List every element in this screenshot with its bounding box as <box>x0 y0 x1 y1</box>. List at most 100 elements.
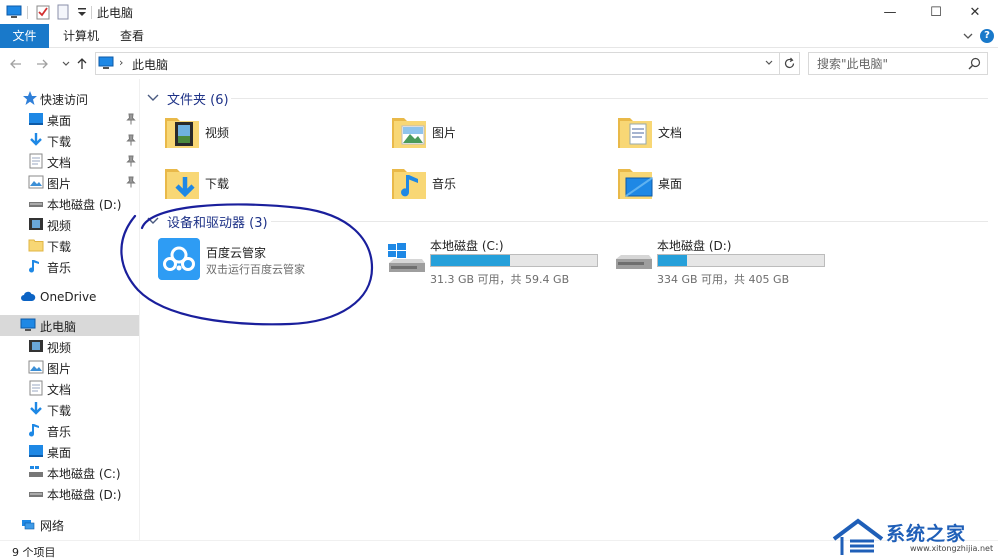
sidebar-item-label: 快速访问 <box>40 93 89 107</box>
sidebar-item-documents[interactable]: 文档 <box>0 151 139 172</box>
folder-label: 视频 <box>205 126 230 140</box>
sidebar-item-label: 桌面 <box>47 446 72 460</box>
sidebar-item-pc-drive-c[interactable]: 本地磁盘 (C:) <box>0 462 139 483</box>
tab-view[interactable]: 查看 <box>106 24 158 48</box>
baidu-cloud-icon <box>158 238 200 280</box>
music-folder-icon <box>392 169 426 199</box>
sidebar-item-label: 下载 <box>47 135 72 149</box>
sidebar-item-pictures[interactable]: 图片 <box>0 172 139 193</box>
drive-free-space: 334 GB 可用，共 405 GB <box>657 273 790 286</box>
customize-toolbar-icon[interactable] <box>74 4 90 20</box>
sidebar-item-label: 音乐 <box>47 261 72 275</box>
drive-c[interactable]: 本地磁盘 (C:) 31.3 GB 可用，共 59.4 GB <box>386 237 616 286</box>
search-input[interactable] <box>809 53 967 74</box>
drive-name: 本地磁盘 (D:) <box>657 239 732 253</box>
back-button[interactable] <box>8 56 24 72</box>
search-box[interactable] <box>808 52 988 75</box>
pictures-icon <box>28 360 44 374</box>
sidebar-item-this-pc[interactable]: 此电脑 <box>0 315 139 336</box>
pin-icon[interactable] <box>126 113 136 125</box>
sidebar-item-videos[interactable]: 视频 <box>0 214 139 235</box>
document-icon <box>29 380 43 396</box>
download-icon <box>30 402 42 415</box>
recent-locations-button[interactable] <box>58 56 74 72</box>
sidebar-item-onedrive[interactable]: OneDrive <box>0 287 139 308</box>
search-icon[interactable] <box>968 57 981 70</box>
drive-name: 本地磁盘 (C:) <box>430 239 504 253</box>
folder-downloads[interactable]: 下载 <box>163 163 363 207</box>
up-arrow-icon <box>77 58 87 69</box>
watermark: 系统之家 www.xitongzhijia.net <box>830 515 998 559</box>
devices-group-header[interactable]: 设备和驱动器 (3) <box>147 211 268 231</box>
tab-computer[interactable]: 计算机 <box>49 24 113 48</box>
back-arrow-icon <box>10 59 21 69</box>
navigation-bar: › 此电脑 <box>0 48 998 79</box>
sidebar-item-downloads[interactable]: 下载 <box>0 130 139 151</box>
chevron-down-icon[interactable] <box>147 216 159 226</box>
sidebar-item-pc-music[interactable]: 音乐 <box>0 420 139 441</box>
sidebar-item-quick-access[interactable]: 快速访问 <box>0 88 139 109</box>
sidebar-item-pc-pictures[interactable]: 图片 <box>0 357 139 378</box>
sidebar-item-downloads-folder[interactable]: 下载 <box>0 235 139 256</box>
tab-file[interactable]: 文件 <box>0 24 49 48</box>
breadcrumb-separator[interactable]: › <box>119 56 123 69</box>
desktop-icon <box>29 445 43 457</box>
sidebar-item-label: 图片 <box>47 177 72 191</box>
desktop-icon <box>29 113 43 125</box>
drive-free-space: 31.3 GB 可用，共 59.4 GB <box>430 273 570 286</box>
drive-d[interactable]: 本地磁盘 (D:) 334 GB 可用，共 405 GB <box>613 237 843 286</box>
help-icon[interactable]: ? <box>980 29 994 43</box>
drive-icon <box>29 492 43 497</box>
folder-videos[interactable]: 视频 <box>163 112 363 156</box>
sidebar-item-pc-downloads[interactable]: 下载 <box>0 399 139 420</box>
minimize-button[interactable]: — <box>867 0 913 24</box>
sidebar-item-pc-desktop[interactable]: 桌面 <box>0 441 139 462</box>
sidebar-item-drive-d[interactable]: 本地磁盘 (D:) <box>0 193 139 214</box>
sidebar-item-network[interactable]: 网络 <box>0 514 139 535</box>
sidebar-item-label: 本地磁盘 (D:) <box>47 488 122 502</box>
app-baidu-cloud[interactable]: 百度云管家 双击运行百度云管家 <box>158 238 368 282</box>
folder-documents[interactable]: 文档 <box>616 112 816 156</box>
sidebar-item-pc-drive-d[interactable]: 本地磁盘 (D:) <box>0 483 139 504</box>
breadcrumb-this-pc[interactable]: 此电脑 <box>132 56 168 73</box>
chevron-down-icon[interactable] <box>147 93 159 103</box>
address-bar[interactable]: › 此电脑 <box>95 52 780 75</box>
sidebar-item-label: 下载 <box>47 240 72 254</box>
sidebar-item-label: 图片 <box>47 362 72 376</box>
group-divider <box>231 98 988 99</box>
close-button[interactable]: ✕ <box>952 0 998 24</box>
folder-music[interactable]: 音乐 <box>390 163 590 207</box>
forward-arrow-icon <box>37 59 48 69</box>
sidebar-item-pc-videos[interactable]: 视频 <box>0 336 139 357</box>
sidebar-item-pc-documents[interactable]: 文档 <box>0 378 139 399</box>
devices-group-title: 设备和驱动器 (3) <box>167 215 268 231</box>
sidebar-item-music[interactable]: 音乐 <box>0 256 139 277</box>
up-button[interactable] <box>74 56 90 72</box>
pictures-icon <box>28 175 44 189</box>
drive-icon <box>616 255 652 269</box>
chevron-down-icon[interactable] <box>763 57 775 69</box>
properties-icon[interactable] <box>35 4 51 20</box>
folder-pictures[interactable]: 图片 <box>390 112 590 156</box>
sidebar-item-label: 网络 <box>40 519 65 533</box>
sidebar-item-label: 视频 <box>47 219 72 233</box>
refresh-icon <box>784 57 795 69</box>
sidebar-item-desktop[interactable]: 桌面 <box>0 109 139 130</box>
watermark-text: 系统之家 <box>886 523 967 545</box>
folders-group-header[interactable]: 文件夹 (6) <box>147 88 229 108</box>
pin-icon[interactable] <box>126 155 136 167</box>
forward-button[interactable] <box>34 56 50 72</box>
document-icon <box>29 153 43 169</box>
folders-group-title: 文件夹 (6) <box>167 92 229 108</box>
refresh-button[interactable] <box>780 52 800 75</box>
folder-icon <box>28 239 44 252</box>
expand-ribbon-icon[interactable] <box>961 29 975 43</box>
folder-label: 文档 <box>658 126 683 140</box>
title-bar: 此电脑 — ☐ ✕ <box>0 0 998 24</box>
navigation-pane: 快速访问 桌面 下载 文档 图片 本地磁盘 (D:) 视频 下载 音乐 OneD… <box>0 79 140 540</box>
pin-icon[interactable] <box>126 176 136 188</box>
pin-icon[interactable] <box>126 134 136 146</box>
new-folder-icon[interactable] <box>55 4 71 20</box>
app-name: 百度云管家 <box>206 246 267 260</box>
folder-desktop[interactable]: 桌面 <box>616 163 816 207</box>
